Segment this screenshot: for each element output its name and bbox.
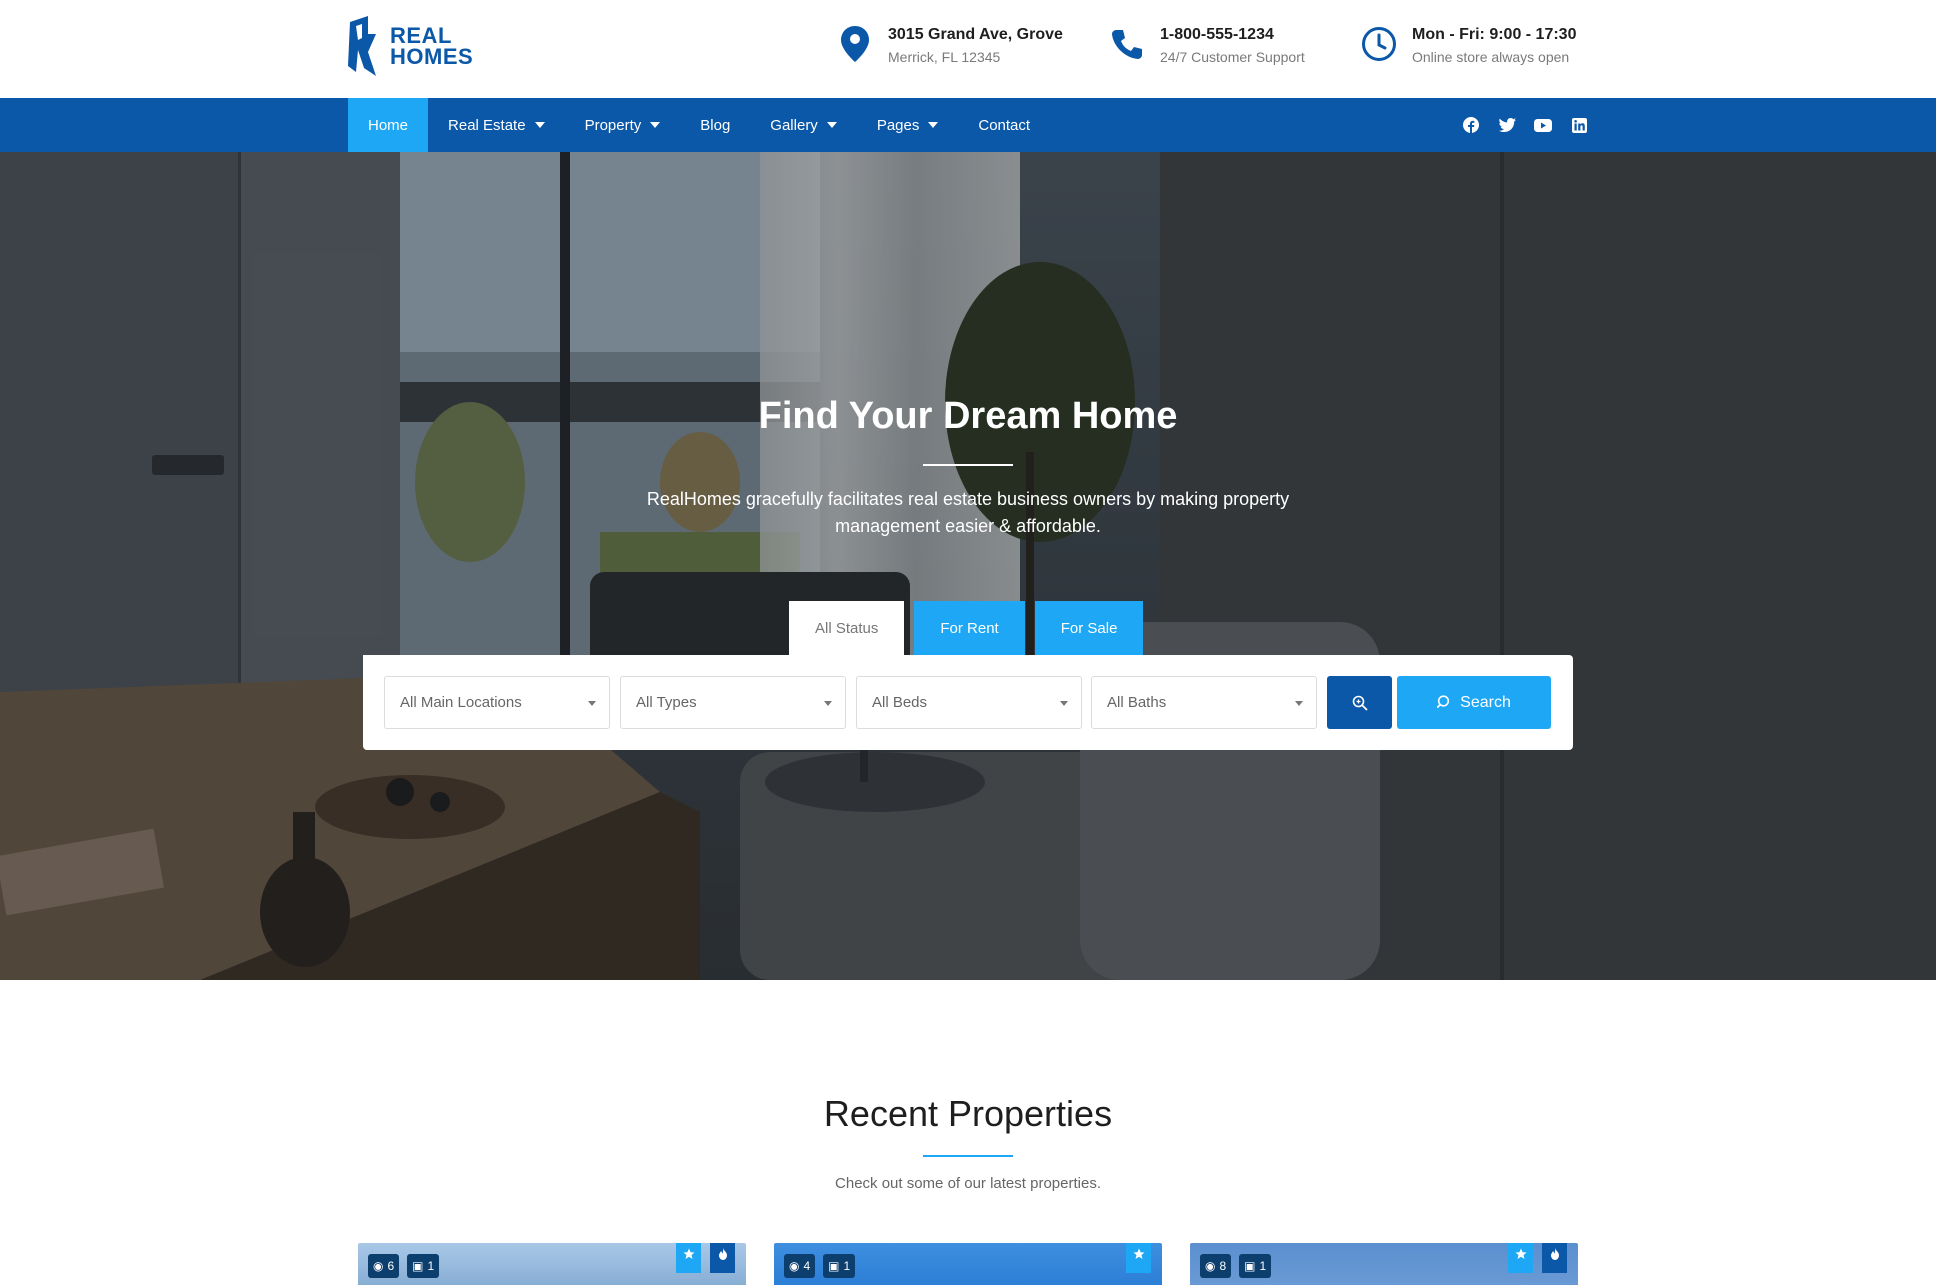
recent-divider <box>923 1155 1013 1157</box>
dropdown-arrow-icon <box>1060 701 1068 706</box>
nav-menu: Home Real Estate Property Blog Gallery P… <box>348 98 1050 152</box>
video-count-badge: ▣ 1 <box>823 1254 856 1278</box>
photo-count-badge: ◉ 8 <box>1200 1254 1232 1278</box>
caret-down-icon <box>534 122 545 128</box>
hero-divider <box>923 464 1013 466</box>
social-links <box>1462 98 1588 152</box>
logo-mark-icon <box>348 16 376 76</box>
photo-count-badge: ◉ 4 <box>784 1254 816 1278</box>
property-search-form: All Main Locations All Types All Beds Al… <box>363 655 1573 750</box>
youtube-icon[interactable] <box>1534 116 1552 134</box>
hero-overlay <box>0 152 1936 980</box>
video-icon: ▣ <box>412 1259 424 1273</box>
hero-title: Find Your Dream Home <box>758 395 1178 437</box>
nav-item-contact[interactable]: Contact <box>958 98 1050 152</box>
phone-caption: 24/7 Customer Support <box>1160 49 1305 65</box>
zoom-search-icon <box>1352 695 1367 710</box>
nav-item-label: Pages <box>876 116 920 134</box>
type-select[interactable]: All Types <box>620 676 846 729</box>
search-button[interactable]: Search <box>1397 676 1551 729</box>
camera-icon: ◉ <box>373 1259 384 1273</box>
video-icon: ▣ <box>828 1259 840 1273</box>
search-button-label: Search <box>1460 693 1511 711</box>
map-pin-icon <box>836 24 874 64</box>
recent-properties-title: Recent Properties <box>823 1093 1113 1134</box>
nav-item-home[interactable]: Home <box>348 98 429 152</box>
hot-flame-icon <box>710 1243 735 1273</box>
main-navbar: Home Real Estate Property Blog Gallery P… <box>0 98 1936 152</box>
site-logo[interactable]: REAL HOMES <box>346 14 473 78</box>
advanced-search-button[interactable] <box>1327 676 1392 729</box>
nav-item-real-estate[interactable]: Real Estate <box>428 98 565 152</box>
nav-item-pages[interactable]: Pages <box>857 98 959 152</box>
hero-section: Find Your Dream Home RealHomes gracefull… <box>0 152 1936 980</box>
nav-item-gallery[interactable]: Gallery <box>750 98 857 152</box>
property-card[interactable]: ◉ 8 ▣ 1 <box>1190 1243 1578 1285</box>
tab-for-rent[interactable]: For Rent <box>914 601 1025 655</box>
nav-item-label: Home <box>368 116 409 134</box>
photo-count: 8 <box>1219 1259 1227 1273</box>
status-tabs: All Status For Rent For Sale <box>789 601 1144 655</box>
phone-icon <box>1108 24 1146 64</box>
video-count-badge: ▣ 1 <box>407 1254 440 1278</box>
address-line: 3015 Grand Ave, Grove <box>888 26 1063 43</box>
dropdown-arrow-icon <box>824 701 832 706</box>
caret-down-icon <box>650 122 661 128</box>
featured-star-icon <box>676 1243 701 1273</box>
nav-item-label: Blog <box>700 116 731 134</box>
photo-count-badge: ◉ 6 <box>368 1254 400 1278</box>
baths-select[interactable]: All Baths <box>1091 676 1317 729</box>
caret-down-icon <box>826 122 837 128</box>
recent-properties-subtitle: Check out some of our latest properties. <box>835 1175 1101 1192</box>
type-select-value: All Types <box>636 694 697 711</box>
dropdown-arrow-icon <box>1295 701 1303 706</box>
photo-count: 6 <box>387 1259 395 1273</box>
video-count-badge: ▣ 1 <box>1239 1254 1272 1278</box>
nav-item-label: Property <box>584 116 642 134</box>
dropdown-arrow-icon <box>588 701 596 706</box>
beds-select[interactable]: All Beds <box>856 676 1082 729</box>
baths-select-value: All Baths <box>1107 694 1167 711</box>
twitter-icon[interactable] <box>1498 116 1516 134</box>
beds-select-value: All Beds <box>872 694 928 711</box>
address-city: Merrick, FL 12345 <box>888 49 1001 65</box>
linkedin-icon[interactable] <box>1570 116 1588 134</box>
hours-caption: Online store always open <box>1412 49 1570 65</box>
nav-item-blog[interactable]: Blog <box>680 98 750 152</box>
header-phone: 1-800-555-1234 24/7 Customer Support <box>1108 24 1305 67</box>
property-card[interactable]: ◉ 4 ▣ 1 <box>774 1243 1162 1285</box>
nav-item-label: Gallery <box>770 116 818 134</box>
hours-text: Mon - Fri: 9:00 - 17:30 <box>1412 26 1577 43</box>
photo-count: 4 <box>803 1259 811 1273</box>
property-card[interactable]: ◉ 6 ▣ 1 <box>358 1243 746 1285</box>
phone-number[interactable]: 1-800-555-1234 <box>1160 24 1305 46</box>
camera-icon: ◉ <box>1205 1259 1216 1273</box>
hot-flame-icon <box>1542 1243 1567 1273</box>
logo-text-line2: HOMES <box>390 44 474 69</box>
video-count: 1 <box>427 1259 435 1273</box>
caret-down-icon <box>928 122 939 128</box>
video-count: 1 <box>1259 1259 1267 1273</box>
nav-item-label: Real Estate <box>448 116 526 134</box>
location-select-value: All Main Locations <box>400 694 522 711</box>
header-hours: Mon - Fri: 9:00 - 17:30 Online store alw… <box>1360 24 1576 67</box>
camera-icon: ◉ <box>789 1259 800 1273</box>
logo-text-line1: REAL <box>390 23 452 48</box>
header-address: 3015 Grand Ave, Grove Merrick, FL 12345 <box>836 24 1063 67</box>
search-icon <box>1437 695 1450 708</box>
clock-icon <box>1360 24 1398 64</box>
nav-item-property[interactable]: Property <box>565 98 681 152</box>
tab-all-status[interactable]: All Status <box>789 601 905 655</box>
site-header: REAL HOMES 3015 Grand Ave, Grove Merrick… <box>0 0 1936 98</box>
location-select[interactable]: All Main Locations <box>384 676 610 729</box>
video-icon: ▣ <box>1244 1259 1256 1273</box>
tab-for-sale[interactable]: For Sale <box>1034 601 1144 655</box>
video-count: 1 <box>843 1259 851 1273</box>
facebook-icon[interactable] <box>1462 116 1480 134</box>
hero-description: RealHomes gracefully facilitates real es… <box>646 489 1290 536</box>
nav-item-label: Contact <box>978 116 1031 134</box>
featured-star-icon <box>1508 1243 1533 1273</box>
featured-star-icon <box>1126 1243 1151 1273</box>
